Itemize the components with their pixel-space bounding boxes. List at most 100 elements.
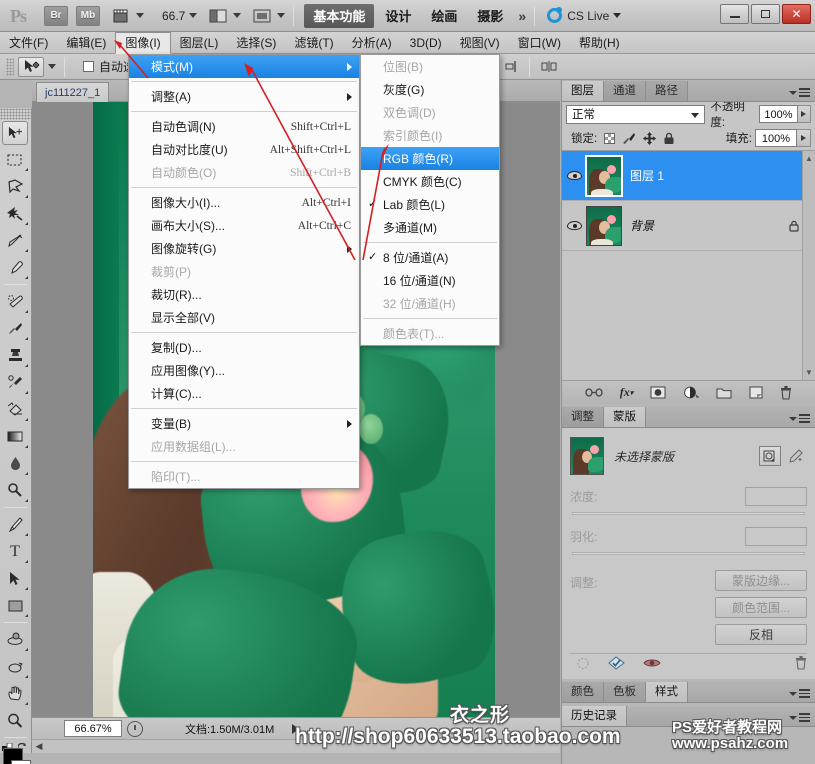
density-slider[interactable] — [570, 509, 807, 518]
tab-layers[interactable]: 图层 — [562, 81, 604, 101]
menu-3d[interactable]: 3D(D) — [401, 33, 451, 53]
lock-transparency-icon[interactable] — [601, 130, 617, 146]
tool-crop[interactable] — [0, 227, 30, 254]
tool-3d-rotate[interactable] — [0, 626, 30, 653]
tool-eyedropper[interactable] — [0, 254, 30, 281]
layers-panel-menu-button[interactable] — [789, 88, 810, 97]
blend-mode-select[interactable]: 正常 — [566, 104, 706, 124]
view-extras-dropdown[interactable] — [110, 4, 144, 28]
tool-brush[interactable] — [0, 315, 30, 342]
layer-name[interactable]: 背景 — [630, 217, 654, 234]
opacity-field[interactable]: 100% — [758, 105, 798, 123]
table-row[interactable]: 背景 — [562, 201, 815, 251]
tool-gradient[interactable] — [0, 423, 30, 450]
add-pixel-mask-icon[interactable] — [759, 446, 781, 466]
zoom-chevron-down-icon[interactable] — [189, 13, 198, 18]
menu-layer[interactable]: 图层(L) — [171, 33, 228, 53]
submenu-item-8-bits[interactable]: ✓ 8 位/通道(A) — [361, 246, 499, 269]
layer-thumbnail[interactable] — [585, 154, 623, 197]
minimize-button[interactable] — [720, 4, 749, 24]
adjustment-layer-icon[interactable] — [683, 386, 700, 399]
tool-rectangular-marquee[interactable] — [0, 146, 30, 173]
menu-item-image-rotation[interactable]: 图像旋转(G) — [129, 237, 359, 260]
load-selection-from-mask-icon[interactable] — [576, 657, 590, 673]
workspace-design[interactable]: 设计 — [376, 4, 420, 28]
feather-slider[interactable] — [570, 549, 807, 558]
layer-style-fx-icon[interactable]: fx ▾ — [620, 385, 634, 400]
workspace-essentials[interactable]: 基本功能 — [304, 3, 375, 28]
tab-masks[interactable]: 蒙版 — [604, 407, 646, 427]
menu-file[interactable]: 文件(F) — [0, 33, 57, 53]
mask-edge-button[interactable]: 蒙版边缘... — [715, 570, 807, 591]
arrange-documents-dropdown[interactable] — [207, 4, 242, 28]
tab-styles[interactable]: 样式 — [646, 682, 688, 702]
tool-pen[interactable] — [0, 511, 30, 538]
menu-filter[interactable]: 滤镜(T) — [285, 33, 342, 53]
tab-history[interactable]: 历史记录 — [562, 706, 627, 726]
delete-layer-icon[interactable] — [780, 385, 792, 400]
menu-analysis[interactable]: 分析(A) — [343, 33, 401, 53]
scroll-down-arrow-icon[interactable]: ▼ — [803, 368, 815, 377]
menu-item-adjustments[interactable]: 调整(A) — [129, 85, 359, 108]
invert-button[interactable]: 反相 — [715, 624, 807, 645]
menu-item-variables[interactable]: 变量(B) — [129, 412, 359, 435]
add-vector-mask-icon[interactable] — [785, 446, 807, 466]
tool-lasso[interactable] — [0, 173, 30, 200]
mask-panel-menu-button[interactable] — [789, 414, 810, 423]
tool-blur[interactable] — [0, 450, 30, 477]
history-panel-menu-button[interactable] — [789, 713, 810, 722]
scroll-up-arrow-icon[interactable]: ▲ — [803, 154, 815, 163]
fill-slider-button[interactable] — [797, 129, 811, 147]
menu-image[interactable]: 图像(I) — [115, 32, 171, 54]
menu-item-mode[interactable]: 模式(M) — [129, 55, 359, 78]
tool-zoom[interactable] — [0, 707, 30, 734]
background-color-swatch[interactable] — [11, 760, 31, 764]
tool-dodge[interactable] — [0, 477, 30, 504]
tool-type[interactable]: T — [0, 538, 30, 565]
tool-history-brush[interactable] — [0, 369, 30, 396]
options-bar-grip[interactable] — [6, 57, 14, 76]
tool-hand[interactable] — [0, 680, 30, 707]
toolbox-grip[interactable] — [0, 108, 31, 120]
align-right-edges-icon[interactable] — [501, 59, 519, 75]
tool-3d-orbit[interactable] — [0, 653, 30, 680]
menu-help[interactable]: 帮助(H) — [570, 33, 629, 53]
delete-mask-icon[interactable] — [795, 656, 807, 673]
layer-name[interactable]: 图层 1 — [630, 167, 664, 184]
tool-clone-stamp[interactable] — [0, 342, 30, 369]
table-row[interactable]: 图层 1 — [562, 151, 815, 201]
apply-mask-icon[interactable] — [608, 656, 625, 673]
menu-item-reveal-all[interactable]: 显示全部(V) — [129, 306, 359, 329]
mask-thumbnail[interactable] — [570, 437, 604, 475]
link-layers-icon[interactable] — [585, 387, 603, 398]
tab-color[interactable]: 颜色 — [562, 682, 604, 702]
menu-item-auto-tone[interactable]: 自动色调(N) Shift+Ctrl+L — [129, 115, 359, 138]
restore-button[interactable] — [751, 4, 780, 24]
tab-channels[interactable]: 通道 — [604, 81, 646, 101]
zoom-level-value[interactable]: 66.7 — [162, 9, 185, 23]
document-tab[interactable]: jc111227_1 — [36, 82, 110, 102]
menu-window[interactable]: 窗口(W) — [509, 33, 570, 53]
new-group-icon[interactable] — [716, 387, 732, 399]
menu-item-duplicate[interactable]: 复制(D)... — [129, 336, 359, 359]
menu-item-canvas-size[interactable]: 画布大小(S)... Alt+Ctrl+C — [129, 214, 359, 237]
layer-thumbnail[interactable] — [586, 205, 622, 246]
color-range-button[interactable]: 颜色范围... — [715, 597, 807, 618]
scroll-left-arrow-icon[interactable]: ◀ — [32, 740, 46, 753]
zoom-percent-field[interactable]: 66.67% — [64, 720, 122, 737]
workspace-painting[interactable]: 绘画 — [422, 4, 466, 28]
mini-bridge-button[interactable]: Mb — [76, 5, 100, 26]
menu-item-auto-contrast[interactable]: 自动对比度(U) Alt+Shift+Ctrl+L — [129, 138, 359, 161]
layers-scrollbar[interactable]: ▲ ▼ — [802, 151, 815, 380]
feather-field[interactable] — [745, 527, 807, 546]
tool-move[interactable] — [2, 121, 28, 145]
submenu-item-multichannel[interactable]: 多通道(M) — [361, 216, 499, 239]
more-workspaces-chevron-icon[interactable]: » — [518, 8, 526, 24]
fill-field[interactable]: 100% — [755, 129, 797, 147]
submenu-item-rgb-color[interactable]: RGB 颜色(R) — [361, 147, 499, 170]
lock-position-icon[interactable] — [641, 130, 657, 146]
submenu-item-lab-color[interactable]: ✓ Lab 颜色(L) — [361, 193, 499, 216]
image-menu-dropdown[interactable]: 模式(M) 调整(A) 自动色调(N) Shift+Ctrl+L 自动对比度(U… — [128, 54, 360, 489]
submenu-item-grayscale[interactable]: 灰度(G) — [361, 78, 499, 101]
tab-paths[interactable]: 路径 — [646, 81, 688, 101]
